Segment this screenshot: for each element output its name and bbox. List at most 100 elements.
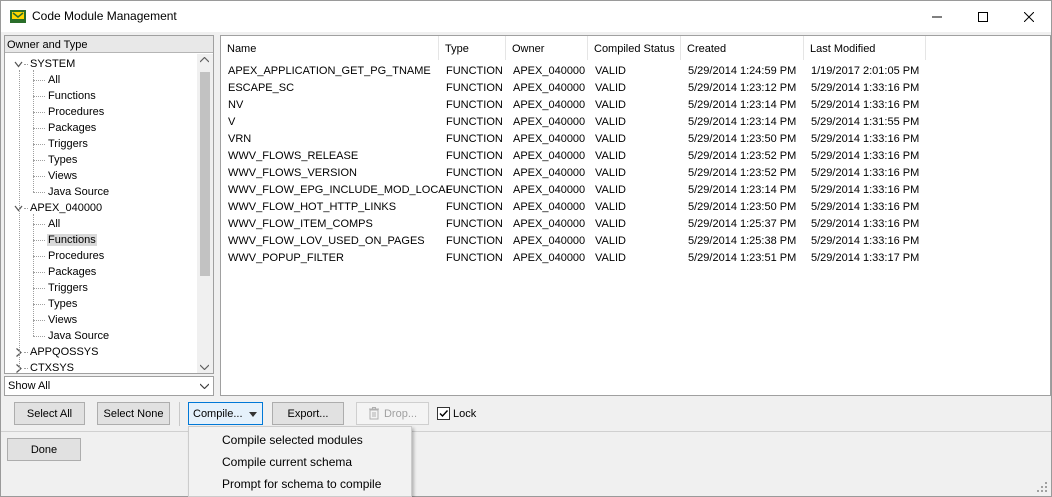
chevron-down-icon bbox=[249, 412, 257, 417]
table-cell: 5/29/2014 1:33:16 PM bbox=[811, 235, 920, 247]
table-row[interactable]: V FUNCTION APEX_040000 VALID 5/29/2014 1:23:… bbox=[221, 113, 1050, 130]
minimize-button[interactable] bbox=[914, 1, 960, 32]
table-row[interactable]: WWV_FLOW_HOT_HTTP_LINKS FUNCTION APEX_0400… bbox=[221, 198, 1050, 215]
table-cell: FUNCTION bbox=[446, 218, 503, 230]
scroll-thumb[interactable] bbox=[200, 72, 210, 276]
table-cell: VALID bbox=[595, 218, 626, 230]
table-cell: VALID bbox=[595, 82, 626, 94]
tree-connector bbox=[33, 112, 45, 113]
scroll-up-icon[interactable] bbox=[200, 57, 209, 63]
column-header[interactable]: Name bbox=[221, 36, 439, 60]
table-header: Name Type Owner Compiled Status Created Last … bbox=[221, 36, 1050, 60]
table-cell: APEX_040000 bbox=[513, 167, 586, 179]
tree-node-type[interactable]: Views bbox=[33, 312, 78, 328]
tree-connector bbox=[24, 208, 28, 209]
show-filter-select[interactable]: Show All bbox=[4, 376, 214, 396]
tree-node-type[interactable]: All bbox=[33, 72, 61, 88]
tree-connector bbox=[33, 272, 45, 273]
check-icon bbox=[439, 410, 449, 418]
tree-node-type[interactable]: Functions bbox=[33, 88, 97, 104]
table-cell: WWV_FLOW_EPG_INCLUDE_MOD_LOCAL bbox=[228, 184, 452, 196]
tree-node-type[interactable]: Triggers bbox=[33, 136, 89, 152]
table-cell: FUNCTION bbox=[446, 99, 503, 111]
table-row[interactable]: WWV_FLOWS_RELEASE FUNCTION APEX_040000 VALI… bbox=[221, 147, 1050, 164]
table-cell: FUNCTION bbox=[446, 150, 503, 162]
tree-connector bbox=[33, 304, 45, 305]
tree-node-type[interactable]: Functions bbox=[33, 232, 97, 248]
table-row[interactable]: WWV_FLOW_EPG_INCLUDE_MOD_LOCAL FUNCTION AP… bbox=[221, 181, 1050, 198]
table-row[interactable]: APEX_APPLICATION_GET_PG_TNAME FUNCTION APE… bbox=[221, 62, 1050, 79]
select-none-button[interactable]: Select None bbox=[97, 402, 170, 425]
maximize-button[interactable] bbox=[960, 1, 1006, 32]
drop-button[interactable]: Drop... bbox=[356, 402, 429, 425]
lock-checkbox[interactable] bbox=[437, 407, 450, 420]
table-row[interactable]: VRN FUNCTION APEX_040000 VALID 5/29/2014 1:2… bbox=[221, 130, 1050, 147]
column-header[interactable]: Compiled Status bbox=[588, 36, 681, 60]
column-header[interactable]: Owner bbox=[506, 36, 588, 60]
tree-node-owner[interactable]: APEX_040000 bbox=[14, 200, 103, 216]
tree-guide-line bbox=[33, 214, 34, 336]
tree-node-type[interactable]: Procedures bbox=[33, 104, 105, 120]
table-cell: 5/29/2014 1:25:38 PM bbox=[688, 235, 797, 247]
toolbar-separator bbox=[179, 402, 180, 426]
tree-node-type[interactable]: Views bbox=[33, 168, 78, 184]
table-row[interactable]: WWV_FLOWS_VERSION FUNCTION APEX_040000 VALI… bbox=[221, 164, 1050, 181]
table-row[interactable]: NV FUNCTION APEX_040000 VALID 5/29/2014 1:23… bbox=[221, 96, 1050, 113]
table-row[interactable]: WWV_FLOW_ITEM_COMPS FUNCTION APEX_040000 VA… bbox=[221, 215, 1050, 232]
tree-node-type[interactable]: Triggers bbox=[33, 280, 89, 296]
menu-item-compile-schema[interactable]: Compile current schema bbox=[222, 455, 352, 469]
tree-connector bbox=[33, 128, 45, 129]
tree-node-type[interactable]: Types bbox=[33, 152, 78, 168]
table-row[interactable]: WWV_FLOW_LOV_USED_ON_PAGES FUNCTION APEX_0… bbox=[221, 232, 1050, 249]
column-header[interactable]: Last Modified bbox=[804, 36, 926, 60]
tree-connector bbox=[33, 96, 45, 97]
tree-node-type[interactable]: All bbox=[33, 216, 61, 232]
table-cell: VALID bbox=[595, 201, 626, 213]
tree-list: SYSTEM All Functions Procedures Packages Trig… bbox=[5, 54, 197, 373]
export-button[interactable]: Export... bbox=[272, 402, 344, 425]
table-cell: VALID bbox=[595, 235, 626, 247]
menu-item-prompt-schema[interactable]: Prompt for schema to compile bbox=[222, 477, 381, 491]
tree-node-type[interactable]: Packages bbox=[33, 264, 97, 280]
menu-item-compile-selected[interactable]: Compile selected modules bbox=[222, 433, 363, 447]
tree-node-owner[interactable]: CTXSYS bbox=[16, 360, 75, 373]
tree-connector bbox=[33, 192, 45, 193]
tree-node-type[interactable]: Packages bbox=[33, 120, 97, 136]
compile-button[interactable]: Compile... bbox=[188, 402, 263, 425]
table-row[interactable]: ESCAPE_SC FUNCTION APEX_040000 VALID 5/29/20… bbox=[221, 79, 1050, 96]
minimize-icon bbox=[932, 16, 942, 17]
table-cell: 5/29/2014 1:33:17 PM bbox=[811, 252, 920, 264]
tree-node-type[interactable]: Java Source bbox=[33, 328, 110, 344]
tree-node-owner[interactable]: SYSTEM bbox=[14, 56, 76, 72]
table-cell: 5/29/2014 1:23:14 PM bbox=[688, 116, 797, 128]
resize-grip-icon[interactable] bbox=[1036, 481, 1048, 493]
tree-node-label: APEX_040000 bbox=[30, 202, 103, 214]
tree-connector bbox=[33, 336, 45, 337]
tree-header: Owner and Type bbox=[5, 36, 213, 53]
scroll-down-icon[interactable] bbox=[200, 364, 209, 370]
table-cell: WWV_FLOW_ITEM_COMPS bbox=[228, 218, 373, 230]
expand-open-icon[interactable] bbox=[14, 60, 23, 69]
table-cell: FUNCTION bbox=[446, 82, 503, 94]
select-all-button[interactable]: Select All bbox=[14, 402, 85, 425]
table-row[interactable]: WWV_POPUP_FILTER FUNCTION APEX_040000 VALID… bbox=[221, 249, 1050, 266]
table-cell: NV bbox=[228, 99, 244, 111]
done-button[interactable]: Done bbox=[7, 438, 81, 461]
table-cell: VALID bbox=[595, 150, 626, 162]
tree-node-type[interactable]: Java Source bbox=[33, 184, 110, 200]
tree-connector bbox=[24, 368, 28, 369]
tree-node-type[interactable]: Types bbox=[33, 296, 78, 312]
code-module-management-window: Code Module Management Owner and Type SY… bbox=[0, 0, 1052, 497]
column-header[interactable]: Type bbox=[439, 36, 506, 60]
table-cell: WWV_FLOWS_RELEASE bbox=[228, 150, 359, 162]
column-header[interactable]: Created bbox=[681, 36, 804, 60]
close-button[interactable] bbox=[1006, 1, 1052, 32]
table-cell: 5/29/2014 1:23:52 PM bbox=[688, 150, 797, 162]
table-cell: FUNCTION bbox=[446, 133, 503, 145]
tree-scrollbar[interactable] bbox=[197, 54, 213, 373]
tree-node-label: Triggers bbox=[48, 138, 88, 150]
table-cell: FUNCTION bbox=[446, 252, 503, 264]
tree-node-label: Packages bbox=[48, 122, 97, 134]
tree-node-owner[interactable]: APPQOSSYS bbox=[16, 344, 99, 360]
tree-node-type[interactable]: Procedures bbox=[33, 248, 105, 264]
